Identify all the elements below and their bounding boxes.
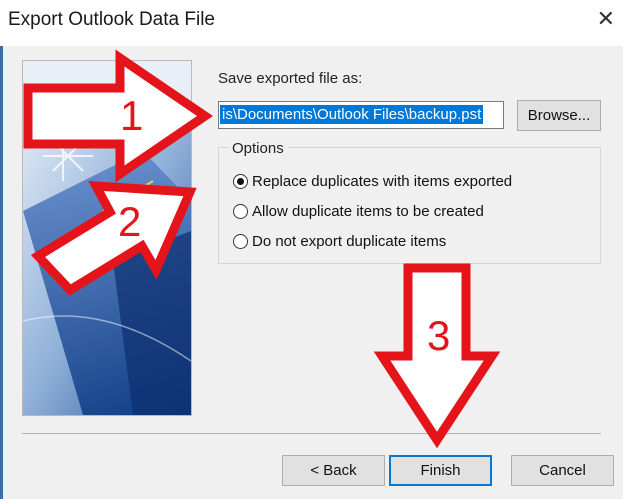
title-bar: Export Outlook Data File ✕	[0, 0, 623, 46]
dialog-title: Export Outlook Data File	[8, 9, 215, 30]
export-dialog: Export Outlook Data File ✕ Save exported…	[0, 0, 623, 499]
radio-button-checked[interactable]	[233, 174, 248, 189]
radio-replace-duplicates[interactable]: Replace duplicates with items exported	[233, 173, 512, 190]
step-3-label: 3	[427, 312, 450, 359]
browse-button[interactable]: Browse...	[517, 100, 601, 131]
wizard-side-image	[22, 60, 192, 416]
back-button[interactable]: < Back	[282, 455, 385, 486]
radio-allow-duplicates[interactable]: Allow duplicate items to be created	[233, 203, 484, 220]
radio-label: Do not export duplicate items	[252, 233, 447, 250]
footer-separator	[22, 433, 601, 434]
radio-label: Allow duplicate items to be created	[252, 203, 484, 220]
radio-button[interactable]	[233, 204, 248, 219]
side-graphic	[23, 61, 191, 415]
radio-button[interactable]	[233, 234, 248, 249]
radio-label: Replace duplicates with items exported	[252, 173, 513, 190]
radio-do-not-export[interactable]: Do not export duplicate items	[233, 233, 446, 250]
file-path-input[interactable]: is\Documents\Outlook Files\backup.pst	[218, 101, 504, 129]
finish-button[interactable]: Finish	[389, 455, 492, 486]
window-edge	[0, 0, 3, 499]
file-path-value[interactable]: is\Documents\Outlook Files\backup.pst	[220, 105, 484, 124]
save-as-label: Save exported file as:	[218, 70, 363, 87]
cancel-button[interactable]: Cancel	[511, 455, 614, 486]
close-icon[interactable]: ✕	[597, 6, 615, 32]
options-legend: Options	[228, 140, 288, 157]
arrow-3-icon	[373, 263, 501, 449]
